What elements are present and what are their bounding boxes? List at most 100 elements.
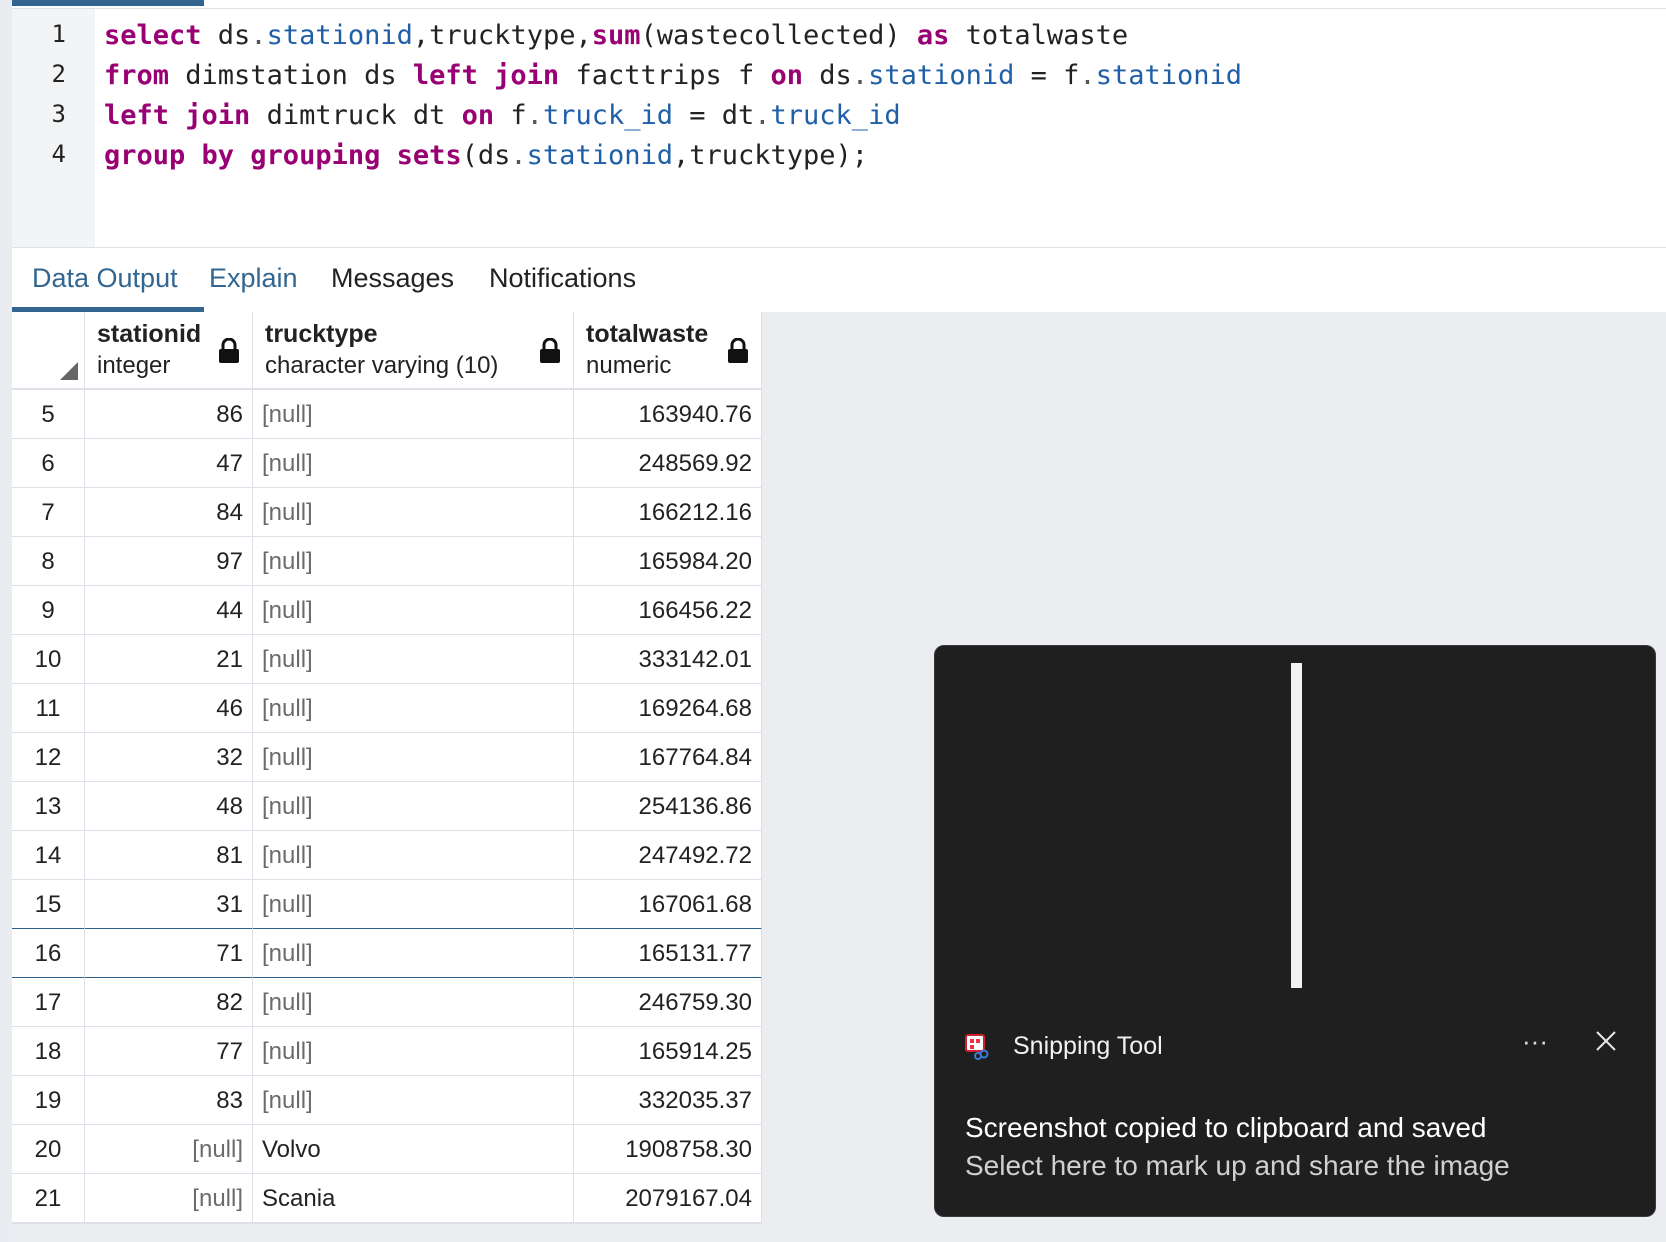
cell-totalwaste[interactable]: 167764.84 <box>574 733 762 783</box>
cell-stationid[interactable]: 82 <box>85 978 253 1028</box>
row-number[interactable]: 14 <box>12 831 85 881</box>
grid-corner[interactable] <box>12 312 85 390</box>
table-row[interactable]: 6 47 [null] 248569.92 <box>12 439 762 489</box>
row-number[interactable]: 8 <box>12 537 85 587</box>
row-number[interactable]: 11 <box>12 684 85 734</box>
row-number[interactable]: 20 <box>12 1125 85 1175</box>
cell-stationid[interactable]: 44 <box>85 586 253 636</box>
screenshot-preview[interactable] <box>1291 663 1302 988</box>
table-row[interactable]: 14 81 [null] 247492.72 <box>12 831 762 881</box>
tab-explain[interactable]: Explain <box>209 248 298 308</box>
cell-stationid[interactable]: 83 <box>85 1076 253 1126</box>
cell-stationid[interactable]: 48 <box>85 782 253 832</box>
table-row[interactable]: 17 82 [null] 246759.30 <box>12 978 762 1028</box>
tab-notifications[interactable]: Notifications <box>489 248 636 308</box>
cell-totalwaste[interactable]: 2079167.04 <box>574 1174 762 1224</box>
row-number[interactable]: 5 <box>12 390 85 440</box>
row-number[interactable]: 13 <box>12 782 85 832</box>
cell-trucktype[interactable]: [null] <box>253 1076 574 1126</box>
cell-trucktype[interactable]: [null] <box>253 978 574 1028</box>
cell-stationid[interactable]: 81 <box>85 831 253 881</box>
cell-stationid[interactable]: 21 <box>85 635 253 685</box>
cell-totalwaste[interactable]: 165131.77 <box>574 929 762 979</box>
cell-stationid[interactable]: 46 <box>85 684 253 734</box>
cell-stationid[interactable]: [null] <box>85 1125 253 1175</box>
snipping-tool-notification[interactable]: Snipping Tool ··· Screenshot copied to c… <box>934 645 1656 1217</box>
table-row[interactable]: 7 84 [null] 166212.16 <box>12 488 762 538</box>
cell-trucktype[interactable]: [null] <box>253 733 574 783</box>
cell-totalwaste[interactable]: 166212.16 <box>574 488 762 538</box>
cell-trucktype[interactable]: [null] <box>253 439 574 489</box>
cell-stationid[interactable]: 84 <box>85 488 253 538</box>
cell-trucktype[interactable]: [null] <box>253 831 574 881</box>
cell-trucktype[interactable]: [null] <box>253 782 574 832</box>
cell-stationid[interactable]: 32 <box>85 733 253 783</box>
cell-trucktype[interactable]: [null] <box>253 586 574 636</box>
cell-totalwaste[interactable]: 169264.68 <box>574 684 762 734</box>
cell-totalwaste[interactable]: 165914.25 <box>574 1027 762 1077</box>
cell-trucktype[interactable]: [null] <box>253 929 574 979</box>
table-row[interactable]: 19 83 [null] 332035.37 <box>12 1076 762 1126</box>
row-number[interactable]: 15 <box>12 880 85 930</box>
table-row[interactable]: 10 21 [null] 333142.01 <box>12 635 762 685</box>
cell-stationid[interactable]: 77 <box>85 1027 253 1077</box>
cell-totalwaste[interactable]: 254136.86 <box>574 782 762 832</box>
cell-totalwaste[interactable]: 246759.30 <box>574 978 762 1028</box>
cell-totalwaste[interactable]: 163940.76 <box>574 390 762 440</box>
row-number[interactable]: 9 <box>12 586 85 636</box>
cell-trucktype[interactable]: [null] <box>253 488 574 538</box>
cell-totalwaste[interactable]: 165984.20 <box>574 537 762 587</box>
lock-icon <box>218 337 240 364</box>
cell-stationid[interactable]: 47 <box>85 439 253 489</box>
row-number[interactable]: 19 <box>12 1076 85 1126</box>
cell-stationid[interactable]: 86 <box>85 390 253 440</box>
table-row[interactable]: 20 [null] Volvo 1908758.30 <box>12 1125 762 1175</box>
table-row[interactable]: 21 [null] Scania 2079167.04 <box>12 1174 762 1224</box>
cell-trucktype[interactable]: Volvo <box>253 1125 574 1175</box>
cell-trucktype[interactable]: [null] <box>253 390 574 440</box>
cell-stationid[interactable]: 97 <box>85 537 253 587</box>
close-icon[interactable] <box>1591 1026 1621 1056</box>
cell-trucktype[interactable]: [null] <box>253 684 574 734</box>
cell-trucktype[interactable]: Scania <box>253 1174 574 1224</box>
table-row[interactable]: 15 31 [null] 167061.68 <box>12 880 762 930</box>
cell-trucktype[interactable]: [null] <box>253 537 574 587</box>
table-row[interactable]: 13 48 [null] 254136.86 <box>12 782 762 832</box>
table-row[interactable]: 8 97 [null] 165984.20 <box>12 537 762 587</box>
select-all-icon <box>60 362 78 380</box>
row-number[interactable]: 21 <box>12 1174 85 1224</box>
table-row[interactable]: 18 77 [null] 165914.25 <box>12 1027 762 1077</box>
cell-totalwaste[interactable]: 1908758.30 <box>574 1125 762 1175</box>
row-number[interactable]: 17 <box>12 978 85 1028</box>
tab-messages[interactable]: Messages <box>331 248 454 308</box>
cell-stationid[interactable]: [null] <box>85 1174 253 1224</box>
tab-data-output[interactable]: Data Output <box>32 248 178 308</box>
table-row[interactable]: 5 86 [null] 163940.76 <box>12 390 762 440</box>
column-header-trucktype[interactable]: trucktype character varying (10) <box>253 312 574 390</box>
table-row[interactable]: 9 44 [null] 166456.22 <box>12 586 762 636</box>
table-row[interactable]: 16 71 [null] 165131.77 <box>12 929 762 979</box>
column-header-totalwaste[interactable]: totalwaste numeric <box>574 312 762 390</box>
table-row[interactable]: 12 32 [null] 167764.84 <box>12 733 762 783</box>
row-number[interactable]: 16 <box>12 929 85 979</box>
cell-stationid[interactable]: 31 <box>85 880 253 930</box>
cell-trucktype[interactable]: [null] <box>253 880 574 930</box>
cell-stationid[interactable]: 71 <box>85 929 253 979</box>
cell-trucktype[interactable]: [null] <box>253 635 574 685</box>
column-header-stationid[interactable]: stationid integer <box>85 312 253 390</box>
row-number[interactable]: 6 <box>12 439 85 489</box>
cell-totalwaste[interactable]: 247492.72 <box>574 831 762 881</box>
cell-totalwaste[interactable]: 332035.37 <box>574 1076 762 1126</box>
sql-editor[interactable]: 1234 select ds.stationid,trucktype,sum(w… <box>12 0 1666 248</box>
row-number[interactable]: 7 <box>12 488 85 538</box>
cell-totalwaste[interactable]: 166456.22 <box>574 586 762 636</box>
row-number[interactable]: 10 <box>12 635 85 685</box>
row-number[interactable]: 12 <box>12 733 85 783</box>
more-options-button[interactable]: ··· <box>1513 1024 1557 1064</box>
cell-totalwaste[interactable]: 167061.68 <box>574 880 762 930</box>
table-row[interactable]: 11 46 [null] 169264.68 <box>12 684 762 734</box>
cell-totalwaste[interactable]: 333142.01 <box>574 635 762 685</box>
row-number[interactable]: 18 <box>12 1027 85 1077</box>
cell-trucktype[interactable]: [null] <box>253 1027 574 1077</box>
cell-totalwaste[interactable]: 248569.92 <box>574 439 762 489</box>
